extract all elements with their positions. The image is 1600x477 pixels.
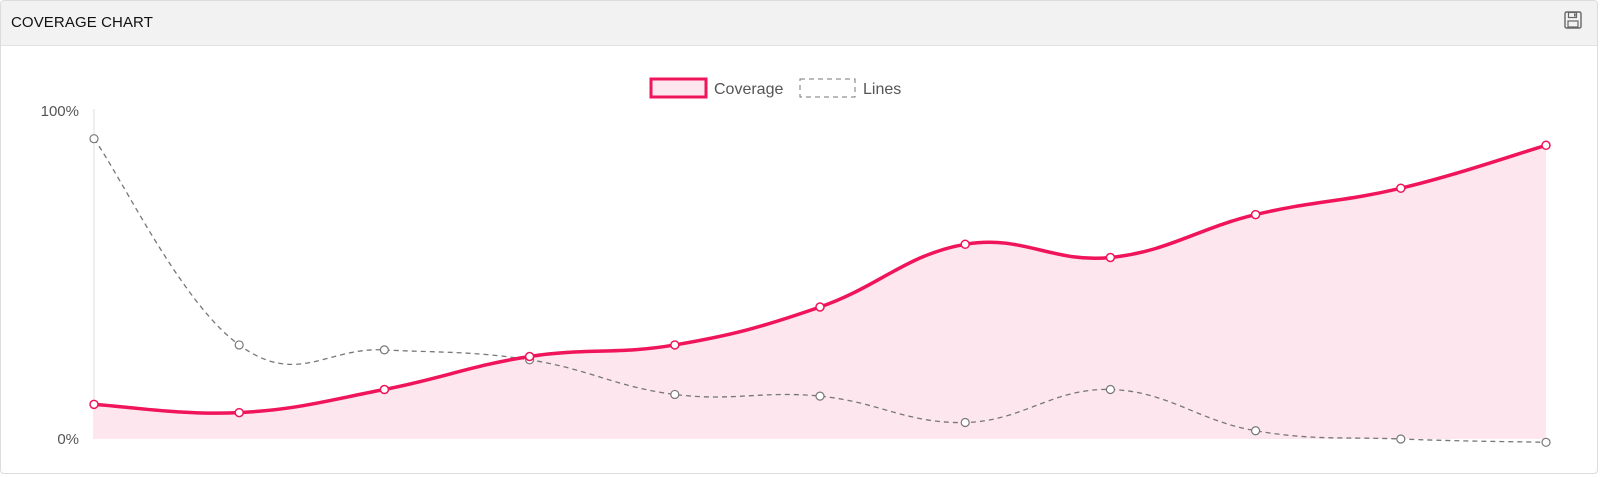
coverage-point-8[interactable]	[1250, 209, 1261, 220]
coverage-point-10[interactable]	[1541, 140, 1551, 151]
lines-point-2[interactable]	[379, 345, 389, 355]
legend-swatch-lines	[799, 78, 856, 98]
lines-point-5[interactable]	[815, 391, 825, 401]
panel-title: COVERAGE CHART	[11, 14, 153, 31]
lines-point-4[interactable]	[670, 389, 680, 400]
lines-point-0[interactable]	[89, 134, 99, 144]
coverage-chart: Coverage Lines 100% 0%	[41, 77, 1551, 448]
y-tick-0: 0%	[57, 431, 79, 448]
coverage-point-2[interactable]	[379, 384, 390, 395]
coverage-point-3[interactable]	[524, 351, 535, 362]
legend-label-coverage: Coverage	[714, 81, 783, 98]
legend: Coverage Lines	[649, 77, 901, 99]
lines-point-9[interactable]	[1396, 434, 1406, 444]
coverage-point-4[interactable]	[670, 340, 680, 350]
lines-point-10[interactable]	[1541, 437, 1551, 447]
lines-point-6[interactable]	[960, 417, 970, 428]
lines-point-8[interactable]	[1250, 426, 1261, 436]
legend-swatch-coverage	[649, 77, 708, 99]
coverage-point-6[interactable]	[960, 239, 970, 250]
legend-item-coverage[interactable]: Coverage	[649, 77, 783, 99]
y-tick-100: 100%	[41, 103, 79, 120]
lines-point-7[interactable]	[1105, 384, 1116, 395]
legend-item-lines[interactable]: Lines	[799, 78, 901, 98]
coverage-point-7[interactable]	[1105, 252, 1116, 263]
floppy-disk-icon[interactable]	[1563, 10, 1583, 30]
legend-label-lines: Lines	[863, 81, 901, 98]
panel-header: COVERAGE CHART	[1, 1, 1597, 46]
coverage-point-5[interactable]	[815, 302, 825, 312]
coverage-point-0[interactable]	[89, 399, 99, 410]
coverage-point-1[interactable]	[234, 407, 244, 418]
coverage-point-9[interactable]	[1396, 183, 1406, 193]
chart-area: Coverage Lines 100% 0%	[1, 47, 1597, 473]
lines-point-1[interactable]	[234, 340, 244, 350]
coverage-chart-panel: COVERAGE CHART Coverage Lines 100% 0%	[0, 0, 1598, 474]
